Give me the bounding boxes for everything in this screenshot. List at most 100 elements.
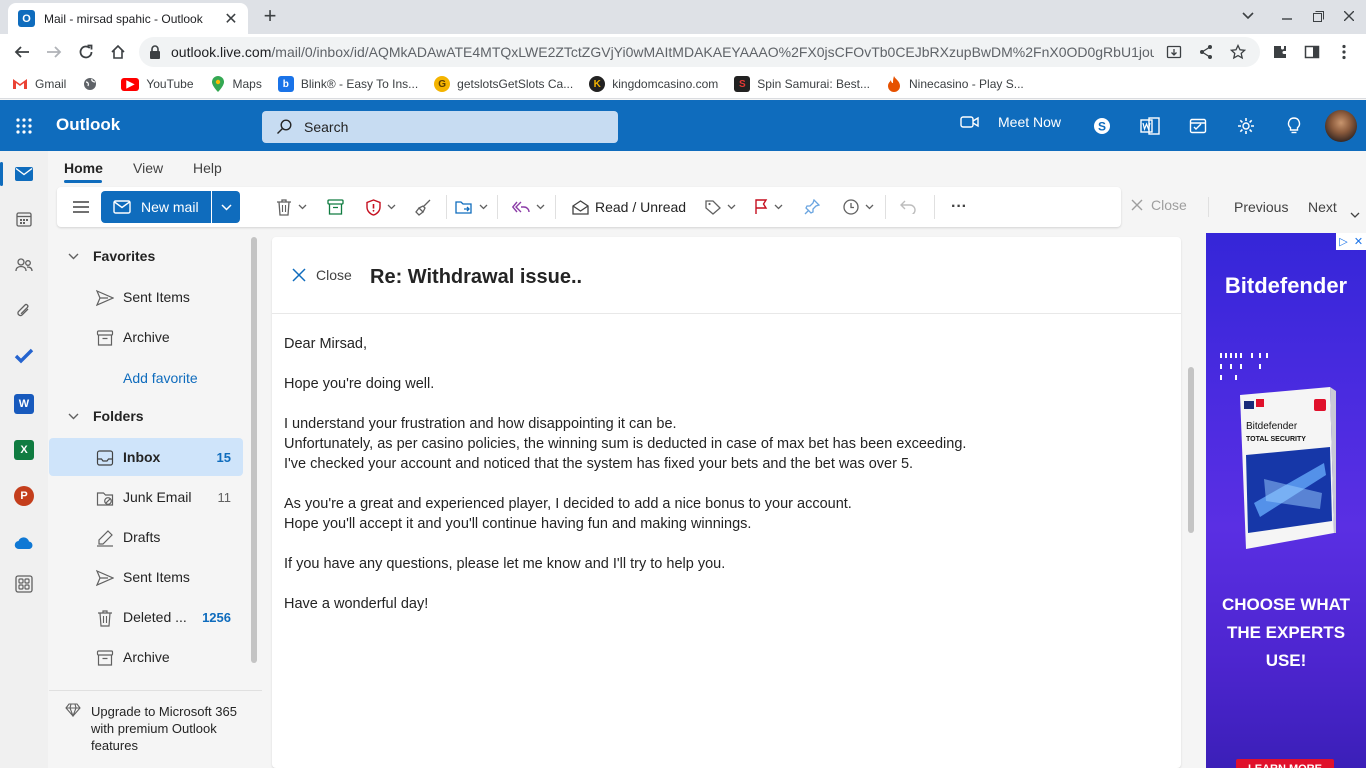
install-app-icon[interactable] bbox=[1162, 40, 1186, 64]
bookmark-blink[interactable]: b Blink® - Easy To Ins... bbox=[277, 76, 418, 92]
bookmark-kingdomcasino[interactable]: K kingdomcasino.com bbox=[589, 76, 718, 92]
side-panel-icon[interactable] bbox=[1300, 40, 1324, 64]
bookmark-spin-samurai[interactable]: S Spin Samurai: Best... bbox=[734, 76, 870, 92]
folder-junk-email[interactable]: Junk Email 11 bbox=[49, 478, 243, 516]
folders-header[interactable]: Folders bbox=[68, 408, 144, 424]
attachment-paperclip-icon[interactable] bbox=[12, 299, 36, 323]
address-bar[interactable]: outlook.live.com/mail/0/inbox/id/AQMkADA… bbox=[139, 37, 1260, 67]
ad-choices-badge[interactable]: ▷ ✕ bbox=[1336, 233, 1366, 250]
settings-gear-icon[interactable] bbox=[1234, 114, 1258, 138]
excel-app-icon[interactable]: X bbox=[14, 440, 34, 460]
onedrive-cloud-icon[interactable] bbox=[12, 531, 36, 555]
folder-drafts[interactable]: Drafts bbox=[49, 518, 243, 556]
tab-close-icon[interactable]: ✕ bbox=[222, 10, 240, 28]
envelope-icon bbox=[113, 200, 131, 214]
new-mail-dropdown-chevron-icon[interactable] bbox=[212, 191, 240, 223]
lightbulb-tips-icon[interactable] bbox=[1282, 114, 1306, 138]
skype-icon[interactable]: S bbox=[1090, 114, 1114, 138]
bookmark-gmail[interactable]: Gmail bbox=[12, 76, 66, 92]
ribbon-expand-chevron-icon[interactable] bbox=[1350, 212, 1362, 224]
tab-view[interactable]: View bbox=[133, 160, 163, 176]
new-mail-button[interactable]: New mail bbox=[101, 191, 211, 223]
folder-pane-scrollbar[interactable] bbox=[251, 237, 257, 663]
folder-deleted-items[interactable]: Deleted ... 1256 bbox=[49, 598, 243, 636]
ad-choices-icon[interactable]: ▷ bbox=[1336, 233, 1351, 250]
tab-search-chevron-icon[interactable] bbox=[1235, 4, 1261, 28]
outlook-brand[interactable]: Outlook bbox=[56, 115, 120, 135]
chrome-menu-icon[interactable] bbox=[1332, 40, 1356, 64]
more-options-ellipsis-icon[interactable]: ··· bbox=[949, 195, 969, 219]
bookmark-maps[interactable]: Maps bbox=[210, 76, 262, 92]
favorite-archive[interactable]: Archive bbox=[49, 318, 243, 356]
ad-learn-more-button[interactable]: LEARN MORE bbox=[1236, 759, 1334, 768]
favorites-header[interactable]: Favorites bbox=[68, 248, 155, 264]
lock-icon[interactable] bbox=[149, 45, 161, 59]
drafts-pencil-icon bbox=[96, 529, 114, 547]
svg-text:S: S bbox=[1098, 120, 1106, 134]
tab-home[interactable]: Home bbox=[64, 160, 103, 176]
tab-help[interactable]: Help bbox=[193, 160, 222, 176]
folder-sent-items[interactable]: Sent Items bbox=[49, 558, 243, 596]
search-input[interactable]: Search bbox=[262, 111, 618, 143]
favorite-sent-items[interactable]: Sent Items bbox=[49, 278, 243, 316]
reading-pane-scrollbar[interactable] bbox=[1188, 367, 1194, 533]
undo-button[interactable] bbox=[900, 195, 916, 219]
user-avatar[interactable] bbox=[1325, 110, 1357, 142]
previous-button[interactable]: Previous bbox=[1234, 199, 1288, 215]
browser-tab[interactable]: O Mail - mirsad spahic - Outlook ✕ bbox=[8, 3, 248, 34]
calendar-icon[interactable] bbox=[12, 207, 36, 231]
bookmark-globe[interactable] bbox=[82, 76, 105, 92]
office-word-icon[interactable] bbox=[1138, 114, 1162, 138]
upgrade-banner[interactable]: Upgrade to Microsoft 365 with premium Ou… bbox=[49, 690, 262, 768]
sweep-button[interactable] bbox=[415, 195, 432, 219]
people-icon[interactable] bbox=[12, 253, 36, 277]
delete-button[interactable] bbox=[276, 195, 307, 219]
back-arrow-icon[interactable] bbox=[10, 40, 34, 64]
mail-icon[interactable] bbox=[12, 162, 36, 186]
meet-now-button[interactable]: Meet Now bbox=[960, 114, 1061, 130]
share-icon[interactable] bbox=[1194, 40, 1218, 64]
read-unread-button[interactable]: Read / Unread bbox=[572, 195, 686, 219]
home-icon[interactable] bbox=[106, 40, 130, 64]
restore-icon[interactable] bbox=[1305, 4, 1331, 28]
bookmark-star-icon[interactable] bbox=[1226, 40, 1250, 64]
bookmark-ninecasino[interactable]: Ninecasino - Play S... bbox=[886, 76, 1024, 92]
archive-button[interactable] bbox=[327, 195, 344, 219]
close-message-button[interactable]: Close bbox=[292, 267, 352, 283]
hamburger-menu-icon[interactable] bbox=[69, 195, 93, 219]
move-to-button[interactable] bbox=[455, 195, 488, 219]
outlook-favicon-icon: O bbox=[18, 10, 35, 27]
bookmark-getslots[interactable]: G getslotsGetSlots Ca... bbox=[434, 76, 573, 92]
todo-checkmark-icon[interactable] bbox=[12, 344, 36, 368]
window-close-icon[interactable] bbox=[1336, 4, 1362, 28]
snooze-button[interactable] bbox=[843, 195, 874, 219]
close-reading-button[interactable]: Close bbox=[1131, 197, 1187, 213]
categorize-button[interactable] bbox=[705, 195, 736, 219]
report-button[interactable] bbox=[366, 195, 396, 219]
chevron-down-icon bbox=[68, 413, 79, 420]
extensions-puzzle-icon[interactable] bbox=[1268, 40, 1292, 64]
url-text[interactable]: outlook.live.com/mail/0/inbox/id/AQMkADA… bbox=[171, 44, 1154, 60]
add-favorite-link[interactable]: Add favorite bbox=[123, 370, 198, 386]
archive-box-icon bbox=[327, 199, 344, 215]
word-app-icon[interactable]: W bbox=[14, 394, 34, 414]
reload-icon[interactable] bbox=[74, 40, 98, 64]
new-tab-icon[interactable]: + bbox=[259, 3, 281, 28]
ad-close-icon[interactable]: ✕ bbox=[1351, 233, 1366, 250]
forward-arrow-icon[interactable] bbox=[42, 40, 66, 64]
rail-active-indicator bbox=[0, 162, 3, 186]
reply-all-button[interactable] bbox=[512, 195, 545, 219]
pin-button[interactable] bbox=[804, 195, 820, 219]
more-apps-icon[interactable] bbox=[12, 572, 36, 596]
next-button[interactable]: Next bbox=[1308, 199, 1337, 215]
flag-button[interactable] bbox=[754, 195, 783, 219]
bookmark-youtube[interactable]: ▶ YouTube bbox=[121, 77, 194, 91]
folder-archive[interactable]: Archive bbox=[49, 638, 243, 676]
app-launcher-waffle-icon[interactable] bbox=[12, 114, 36, 138]
tag-icon bbox=[705, 199, 721, 215]
minimize-icon[interactable] bbox=[1274, 4, 1300, 28]
my-day-icon[interactable] bbox=[1186, 114, 1210, 138]
powerpoint-app-icon[interactable]: P bbox=[14, 486, 34, 506]
folder-inbox[interactable]: Inbox 15 bbox=[49, 438, 243, 476]
bitdefender-ad[interactable]: Bitdefender Bitdefender TOTAL SECURITY C… bbox=[1206, 233, 1366, 768]
